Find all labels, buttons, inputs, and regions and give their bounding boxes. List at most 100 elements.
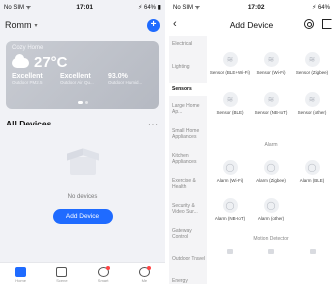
device-item[interactable]: ◯ Alarm (NB-IoT) [209,198,251,221]
device-item[interactable]: ◯ Alarm (other) [250,198,292,221]
device-label: Sensor (Wi-Fi) [256,70,286,75]
category-item[interactable]: Kitchen Appliances [169,147,207,173]
device-item[interactable]: ≋ Sensor (BLE) [209,92,251,115]
category-item[interactable]: Outdoor Travel [169,247,207,272]
alarm-icon: ◯ [222,160,238,175]
notification-dot [146,266,151,270]
device-label: Sensor (BLE+Wi-Fi) [209,70,251,75]
device-item[interactable]: ≋ Sensor (Wi-Fi) [250,52,292,75]
device-item[interactable]: ◯ Alarm (Zigbee) [250,160,292,183]
status-battery: ⚡ 64% ▮ [138,4,161,11]
group-label-motion: Motion Detector [253,236,289,242]
weather-temperature: 27°C [34,54,68,71]
stat-label: Outdoor Air Qu... [60,80,94,85]
status-time: 17:02 [247,3,265,11]
category-item[interactable]: Energy [169,272,207,284]
device-item[interactable]: ≋ Sensor (NB-IoT) [250,92,292,115]
group-label-alarm: Alarm [264,142,278,148]
status-bar: No SIM ᯤ 17:02 ⚡ 64% [169,0,334,14]
category-item[interactable]: Small Home Appliances [169,123,207,147]
stat-value: 93.0% [108,73,128,80]
category-sidebar: Electrical Lighting Sensors Large Home A… [169,36,207,284]
sensor-wave-icon: ≋ [263,92,279,107]
bottom-tab-bar: Home Scene Smart Me [0,262,165,284]
home-screen: No SIM ᯤ 17:01 ⚡ 64% ▮ Romm ▾ + Cozy Hom… [0,0,165,284]
plus-icon: + [150,19,157,30]
smart-icon [97,266,110,277]
device-label: Alarm (BLE) [299,178,325,183]
sensor-wave-icon: ≋ [304,52,320,67]
device-label: Sensor (other) [297,110,327,115]
device-item[interactable]: ≋ Sensor (BLE+Wi-Fi) [209,52,251,75]
cloud-icon [12,53,29,68]
device-grid: ≋ Sensor (BLE+Wi-Fi) ≋ Sensor (Wi-Fi) ≋ … [209,36,334,284]
carousel-dots [6,101,159,104]
category-item[interactable]: Exercise & Health [169,173,207,197]
add-button[interactable]: + [147,18,160,32]
category-item[interactable]: Large Home Ap... [169,96,207,123]
category-item[interactable]: Electrical [169,36,207,53]
weather-stat: Excellent Outdoor PM2.5 [12,73,54,85]
category-item[interactable]: Security & Video Sur... [169,197,207,223]
tab-label: Smart [97,278,109,283]
weather-stat: Excellent Outdoor Air Qu... [60,73,102,85]
status-carrier: No SIM ᯤ [4,5,32,11]
auto-scan-icon[interactable] [304,19,314,29]
add-device-screen: No SIM ᯤ 17:02 ⚡ 64% ‹ Add Device Electr… [169,0,334,284]
weather-card[interactable]: Cozy Home 27°C Excellent Outdoor PM2.5 E… [6,41,159,109]
scene-icon [56,267,68,277]
category-item-selected[interactable]: Sensors [169,83,207,96]
tab-smart[interactable]: Smart [88,266,118,283]
status-bar: No SIM ᯤ 17:01 ⚡ 64% ▮ [0,0,165,14]
page-title: Add Device [229,20,274,30]
device-label: Sensor (Zigbee) [295,70,329,75]
empty-box-icon [66,145,99,175]
alarm-icon: ◯ [304,160,320,175]
screenshot-root: No SIM ᯤ 17:01 ⚡ 64% ▮ Romm ▾ + Cozy Hom… [0,0,334,284]
device-icon [310,249,317,254]
stat-label: Outdoor PM2.5 [12,80,43,85]
empty-devices-panel: No devices Add Device [6,125,159,259]
weather-stats: Excellent Outdoor PM2.5 Excellent Outdoo… [12,73,153,85]
tab-label: Me [141,278,148,283]
sensor-wave-icon: ≋ [263,52,279,67]
add-device-header: ‹ Add Device [169,14,334,36]
device-icon [226,249,233,254]
device-item[interactable]: ≋ Sensor (other) [291,92,333,115]
sensor-wave-icon: ≋ [222,92,238,107]
qr-scan-icon[interactable] [322,19,332,29]
category-item[interactable]: Gateway Control [169,223,207,247]
alarm-icon: ◯ [222,198,238,213]
status-battery: ⚡ 64% [312,4,330,11]
device-label: Alarm (Zigbee) [256,178,286,183]
stat-value: Excellent [60,73,91,80]
device-label: Sensor (BLE) [216,110,244,115]
device-item[interactable]: ◯ Alarm (Wi-Fi) [209,160,251,183]
device-item[interactable]: ≋ Sensor (Zigbee) [291,52,333,75]
device-item[interactable]: ◯ Alarm (BLE) [291,160,333,183]
home-header: Romm ▾ + [0,14,165,36]
device-icon [268,249,275,254]
add-device-button[interactable]: Add Device [52,209,113,224]
tab-me[interactable]: Me [129,266,159,283]
chevron-down-icon: ▾ [34,22,38,29]
tab-label: Home [15,278,26,283]
weather-stat: 93.0% Outdoor Humid... [108,73,150,85]
device-label: Sensor (NB-IoT) [254,110,288,115]
me-icon [138,266,151,277]
sensor-wave-icon: ≋ [222,52,238,67]
home-selector[interactable]: Romm ▾ [5,20,38,30]
back-icon[interactable]: ‹ [173,19,177,30]
tab-home[interactable]: Home [6,267,36,283]
device-label: Alarm (NB-IoT) [214,216,246,221]
stat-label: Outdoor Humid... [108,80,143,85]
status-time: 17:01 [76,3,93,11]
category-item[interactable]: Lighting [169,53,207,83]
alarm-icon: ◯ [263,160,279,175]
tab-scene[interactable]: Scene [47,267,77,283]
status-carrier: No SIM ᯤ [173,5,201,11]
weather-location: Cozy Home [12,45,44,51]
stat-value: Excellent [12,73,43,80]
alarm-icon: ◯ [263,198,279,213]
home-name: Romm [5,20,32,30]
